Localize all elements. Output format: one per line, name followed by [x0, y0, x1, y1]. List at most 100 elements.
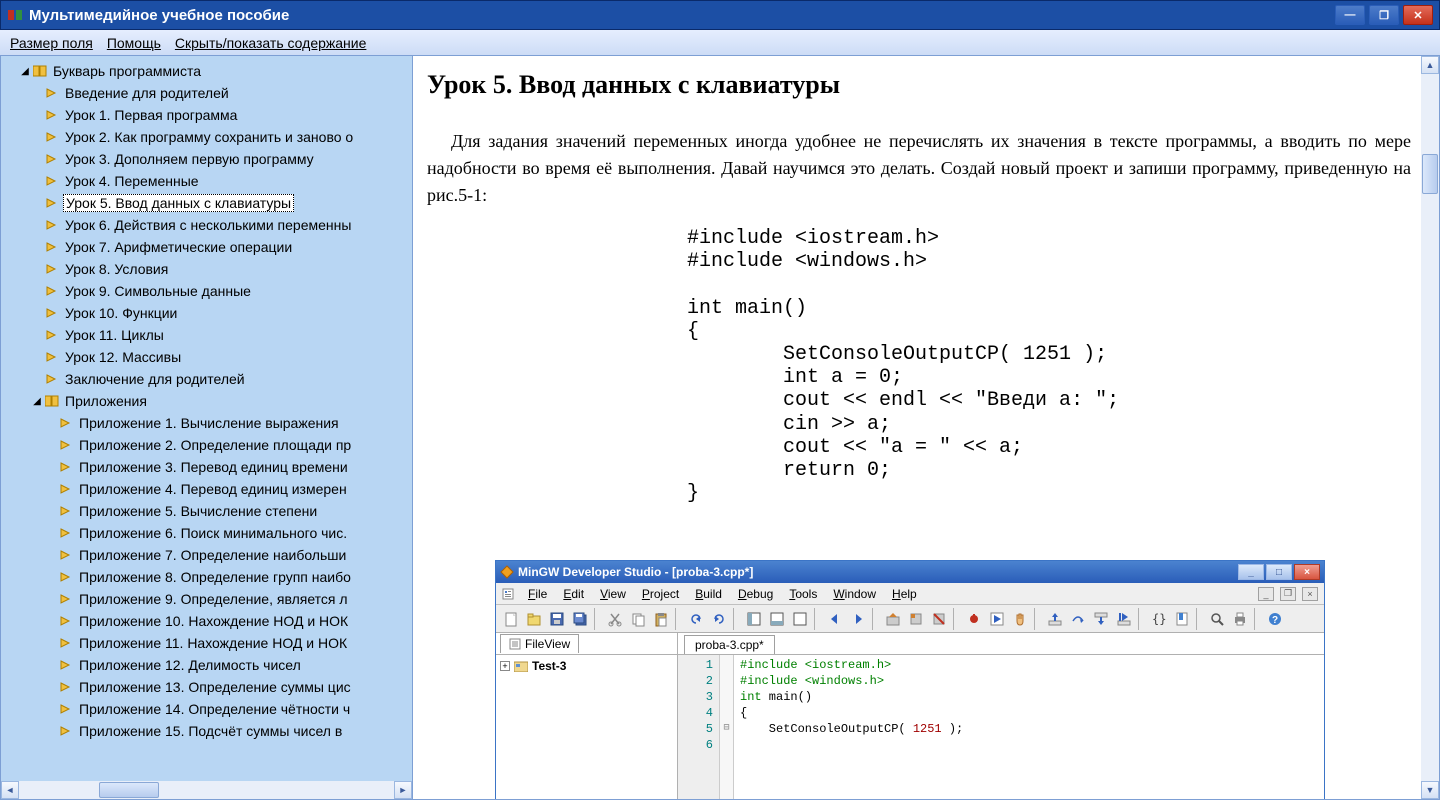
ide-mdi-minimize[interactable]: _ [1258, 587, 1274, 601]
compile-icon[interactable] [882, 608, 903, 629]
ide-mdi-restore[interactable]: ❐ [1280, 587, 1296, 601]
menu-help[interactable]: Помощь [107, 35, 161, 51]
ide-fileview-tab[interactable]: FileView [500, 634, 579, 653]
tree-lesson[interactable]: Урок 8. Условия [41, 258, 412, 280]
ide-maximize-button[interactable]: □ [1266, 564, 1292, 580]
forward-icon[interactable] [847, 608, 868, 629]
find-icon[interactable] [1206, 608, 1227, 629]
print-icon[interactable] [1229, 608, 1250, 629]
tree-appendix[interactable]: Приложение 14. Определение чётности ч [55, 698, 412, 720]
tree-lesson[interactable]: Урок 2. Как программу сохранить и заново… [41, 126, 412, 148]
tree-appendix[interactable]: Приложение 3. Перевод единиц времени [55, 456, 412, 478]
stepover-icon[interactable] [1067, 608, 1088, 629]
tree-appendix[interactable]: Приложение 6. Поиск минимального чис. [55, 522, 412, 544]
ide-menu-debug[interactable]: Debug [732, 587, 779, 601]
tree-lesson[interactable]: Урок 12. Массивы [41, 346, 412, 368]
scroll-up-icon[interactable]: ▲ [1421, 56, 1439, 74]
close-button[interactable]: ✕ [1403, 5, 1433, 25]
tree-lesson[interactable]: Введение для родителей [41, 82, 412, 104]
menu-toggle-toc[interactable]: Скрыть/показать содержание [175, 35, 366, 51]
collapse-icon[interactable]: ◢ [31, 395, 43, 407]
ide-menu-window[interactable]: Window [827, 587, 882, 601]
tree-lesson[interactable]: Урок 4. Переменные [41, 170, 412, 192]
tree-appendix[interactable]: Приложение 10. Нахождение НОД и НОК [55, 610, 412, 632]
bookmark-icon[interactable] [1171, 608, 1192, 629]
tree-appendix[interactable]: Приложение 1. Вычисление выражения [55, 412, 412, 434]
ide-close-button[interactable]: × [1294, 564, 1320, 580]
redo-icon[interactable] [708, 608, 729, 629]
ide-editor-tab[interactable]: proba-3.cpp* [684, 635, 775, 654]
tree-appendix-root[interactable]: ◢Приложения [41, 390, 412, 412]
expand-icon[interactable]: + [500, 661, 510, 671]
tree-lesson[interactable]: Урок 9. Символьные данные [41, 280, 412, 302]
stop-hand-icon[interactable] [1009, 608, 1030, 629]
tree-lesson[interactable]: Урок 3. Дополняем первую программу [41, 148, 412, 170]
tree-appendix[interactable]: Приложение 2. Определение площади пр [55, 434, 412, 456]
tree-appendix[interactable]: Приложение 11. Нахождение НОД и НОК [55, 632, 412, 654]
tree-appendix[interactable]: Приложение 8. Определение групп наибо [55, 566, 412, 588]
tree-appendix[interactable]: Приложение 4. Перевод единиц измерен [55, 478, 412, 500]
run-icon[interactable] [963, 608, 984, 629]
ide-project-row[interactable]: + Test-3 [500, 659, 673, 673]
tree-appendix[interactable]: Приложение 9. Определение, является л [55, 588, 412, 610]
scroll-track[interactable] [19, 781, 394, 799]
scroll-vthumb[interactable] [1422, 154, 1438, 194]
rebuild-icon[interactable] [928, 608, 949, 629]
runto-icon[interactable] [1113, 608, 1134, 629]
paste-icon[interactable] [650, 608, 671, 629]
tree-lesson[interactable]: Урок 5. Ввод данных с клавиатуры [41, 192, 412, 214]
cut-icon[interactable] [604, 608, 625, 629]
tree-root[interactable]: ◢Букварь программиста [15, 60, 412, 82]
menu-size[interactable]: Размер поля [10, 35, 93, 51]
tree-appendix[interactable]: Приложение 12. Делимость чисел [55, 654, 412, 676]
ide-menu-help[interactable]: Help [886, 587, 923, 601]
scroll-down-icon[interactable]: ▼ [1421, 781, 1439, 799]
panel1-icon[interactable] [743, 608, 764, 629]
collapse-icon[interactable]: ◢ [19, 65, 31, 77]
tree-lesson[interactable]: Заключение для родителей [41, 368, 412, 390]
back-icon[interactable] [824, 608, 845, 629]
scroll-left-icon[interactable]: ◄ [1, 781, 19, 799]
scroll-right-icon[interactable]: ► [394, 781, 412, 799]
tree-appendix[interactable]: Приложение 5. Вычисление степени [55, 500, 412, 522]
minimize-button[interactable]: — [1335, 5, 1365, 25]
tree-lesson[interactable]: Урок 1. Первая программа [41, 104, 412, 126]
tree-appendix[interactable]: Приложение 7. Определение наибольши [55, 544, 412, 566]
ide-menu-file[interactable]: File [522, 587, 553, 601]
scroll-vtrack[interactable] [1421, 74, 1439, 781]
ide-mdi-close[interactable]: × [1302, 587, 1318, 601]
panel2-icon[interactable] [766, 608, 787, 629]
ide-editor[interactable]: 123456 ⊟ #include <iostream.h>#include <… [678, 655, 1324, 799]
ide-menu-build[interactable]: Build [689, 587, 728, 601]
help-icon[interactable]: ? [1264, 608, 1285, 629]
tree-lesson[interactable]: Урок 7. Арифметические операции [41, 236, 412, 258]
tree-appendix[interactable]: Приложение 13. Определение суммы цис [55, 676, 412, 698]
content-vscrollbar[interactable]: ▲ ▼ [1421, 56, 1439, 799]
undo-icon[interactable] [685, 608, 706, 629]
ide-menu-tools[interactable]: Tools [783, 587, 823, 601]
ide-menu-edit[interactable]: Edit [557, 587, 590, 601]
stepinto-icon[interactable] [1044, 608, 1065, 629]
braces-icon[interactable]: {} [1148, 608, 1169, 629]
ide-titlebar[interactable]: MinGW Developer Studio - [proba-3.cpp*] … [496, 561, 1324, 583]
tree-lesson[interactable]: Урок 11. Циклы [41, 324, 412, 346]
ide-minimize-button[interactable]: _ [1238, 564, 1264, 580]
ide-menu-project[interactable]: Project [636, 587, 685, 601]
go-icon[interactable] [986, 608, 1007, 629]
open-icon[interactable] [523, 608, 544, 629]
save-icon[interactable] [546, 608, 567, 629]
tree-appendix[interactable]: Приложение 15. Подсчёт суммы чисел в [55, 720, 412, 742]
tree-lesson[interactable]: Урок 6. Действия с несколькими переменны [41, 214, 412, 236]
maximize-button[interactable]: ❐ [1369, 5, 1399, 25]
build-icon[interactable] [905, 608, 926, 629]
tree-lesson[interactable]: Урок 10. Функции [41, 302, 412, 324]
ide-menu-view[interactable]: View [594, 587, 632, 601]
new-icon[interactable] [500, 608, 521, 629]
panel3-icon[interactable] [789, 608, 810, 629]
scroll-thumb[interactable] [99, 782, 159, 798]
sidebar-hscrollbar[interactable]: ◄ ► [1, 781, 412, 799]
ide-code[interactable]: #include <iostream.h>#include <windows.h… [734, 655, 1324, 799]
saveall-icon[interactable] [569, 608, 590, 629]
stepout-icon[interactable] [1090, 608, 1111, 629]
copy-icon[interactable] [627, 608, 648, 629]
